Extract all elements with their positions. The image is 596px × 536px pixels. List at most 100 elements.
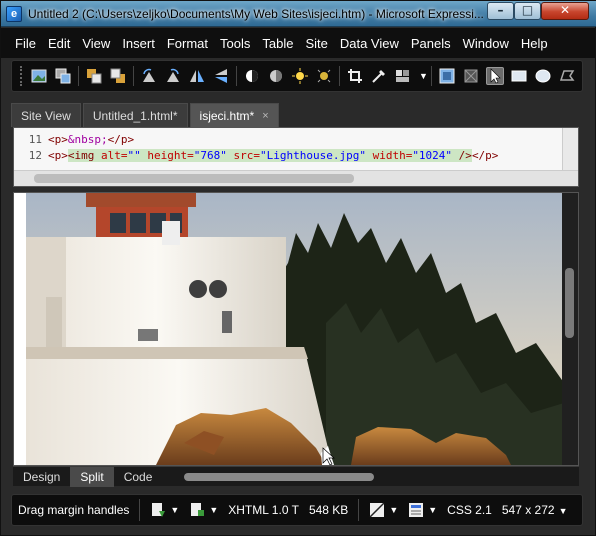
menu-data-view[interactable]: Data View	[334, 36, 405, 51]
code-line-12[interactable]: 12 <p><img alt="" height="768" src="Light…	[16, 149, 498, 164]
send-backward-icon[interactable]	[109, 67, 127, 85]
caret-icon: ▼	[209, 505, 219, 515]
menu-bar: File Edit View Insert Format Tools Table…	[1, 28, 595, 58]
visual-aids-button[interactable]: ▼	[150, 502, 179, 518]
code-scroll-thumb[interactable]	[34, 174, 354, 183]
menu-site[interactable]: Site	[299, 36, 333, 51]
menu-table[interactable]: Table	[256, 36, 299, 51]
style-application-button[interactable]: ▼	[369, 502, 398, 518]
tab-untitled-1[interactable]: Untitled_1.html*	[82, 103, 188, 127]
page-size-value: 547 x 272	[501, 503, 555, 517]
rotate-left-icon[interactable]	[140, 67, 158, 85]
design-pane[interactable]	[13, 192, 579, 466]
menu-window[interactable]: Window	[457, 36, 515, 51]
code-line-11[interactable]: 11 <p>&nbsp;</p>	[16, 133, 134, 148]
design-scroll-thumb[interactable]	[565, 268, 574, 338]
bring-forward-icon[interactable]	[85, 67, 103, 85]
page-editor-options-button[interactable]: ▼	[408, 502, 437, 518]
minimize-button[interactable]: –	[487, 2, 514, 20]
menu-edit[interactable]: Edit	[42, 36, 76, 51]
code-token: <img	[67, 149, 95, 162]
document-tabs: Site View Untitled_1.html* isjeci.htm* ×	[11, 101, 583, 127]
caret-icon: ▼	[389, 505, 399, 515]
view-switcher: Design Split Code	[13, 466, 579, 487]
doctype-label[interactable]: XHTML 1.0 T	[228, 503, 299, 517]
toolbar-separator	[236, 66, 237, 86]
toolbar-separator	[78, 66, 79, 86]
status-hint: Drag margin handles	[18, 503, 130, 517]
design-horizontal-scrollbar[interactable]	[176, 471, 559, 483]
line-number: 12	[28, 149, 42, 162]
select-pointer-icon[interactable]	[485, 67, 504, 85]
crop-icon[interactable]	[346, 67, 364, 85]
title-bar: e Untitled 2 (C:\Users\zeljko\Documents\…	[1, 1, 596, 27]
less-brightness-icon[interactable]	[315, 67, 333, 85]
bevel-icon[interactable]	[438, 67, 456, 85]
caret-icon: ▼	[428, 505, 438, 515]
menu-view[interactable]: View	[76, 36, 116, 51]
tab-isjeci[interactable]: isjeci.htm* ×	[189, 103, 279, 127]
code-token: </p>	[107, 133, 135, 146]
tab-site-view[interactable]: Site View	[11, 103, 81, 127]
menu-panels[interactable]: Panels	[405, 36, 457, 51]
flip-horizontal-icon[interactable]	[188, 67, 206, 85]
expression-web-icon: e	[6, 6, 22, 22]
more-contrast-icon[interactable]	[243, 67, 261, 85]
status-separator	[358, 499, 360, 521]
tab-label: Site View	[21, 108, 71, 123]
code-horizontal-scrollbar[interactable]	[14, 170, 578, 186]
polygonal-hotspot-icon[interactable]	[558, 67, 576, 85]
resample-icon[interactable]	[462, 67, 480, 85]
tab-label: isjeci.htm*	[199, 108, 255, 123]
rectangular-hotspot-icon[interactable]	[510, 67, 528, 85]
page-styles-icon	[191, 503, 205, 516]
close-button[interactable]: ✕	[541, 2, 589, 20]
more-brightness-icon[interactable]	[291, 67, 309, 85]
caret-icon: ▼	[170, 505, 180, 515]
code-view-button[interactable]: Code	[114, 467, 163, 487]
menu-format[interactable]: Format	[161, 36, 214, 51]
app-window: e Untitled 2 (C:\Users\zeljko\Documents\…	[0, 0, 596, 536]
rotate-right-icon[interactable]	[164, 67, 182, 85]
set-transparent-color-icon[interactable]	[370, 67, 388, 85]
caret-icon: ▼	[558, 506, 568, 516]
auto-thumbnail-icon[interactable]	[54, 67, 72, 85]
code-token: </p>	[471, 149, 499, 162]
code-token: "1024"	[412, 149, 453, 162]
code-vertical-scrollbar[interactable]	[562, 128, 578, 172]
circular-hotspot-icon[interactable]	[534, 67, 552, 85]
design-vertical-scrollbar[interactable]	[562, 193, 578, 465]
toolbar-separator	[133, 66, 134, 86]
menu-help[interactable]: Help	[515, 36, 554, 51]
code-token: height=	[140, 149, 194, 162]
lighthouse-image[interactable]	[26, 193, 564, 465]
page-editor-options-icon	[409, 503, 424, 517]
pictures-toolbar: ▼	[11, 60, 583, 92]
css-version-label[interactable]: CSS 2.1	[447, 503, 492, 517]
maximize-button[interactable]: □	[514, 2, 541, 20]
design-hscroll-thumb[interactable]	[184, 472, 375, 481]
code-token: &nbsp;	[67, 133, 108, 146]
color-dropdown-caret[interactable]: ▼	[419, 71, 428, 81]
tab-label: Untitled_1.html*	[92, 108, 178, 123]
insert-picture-icon[interactable]	[30, 67, 48, 85]
page-size-label[interactable]: 547 x 272 ▼	[502, 503, 568, 517]
close-tab-icon[interactable]: ×	[262, 110, 268, 122]
visual-aids-icon	[152, 503, 166, 517]
split-view-button[interactable]: Split	[70, 466, 114, 487]
menu-tools[interactable]: Tools	[214, 36, 256, 51]
menu-file[interactable]: File	[9, 36, 42, 51]
page-styles-button[interactable]: ▼	[189, 502, 218, 518]
design-view-button[interactable]: Design	[13, 467, 70, 487]
flip-vertical-icon[interactable]	[212, 67, 230, 85]
code-pane[interactable]: 11 <p>&nbsp;</p> 12 <p><img alt="" height=…	[13, 127, 579, 187]
color-icon[interactable]	[394, 67, 412, 85]
code-token: "Lighthouse.jpg"	[259, 149, 366, 162]
code-token: />	[452, 149, 472, 162]
selected-img-code[interactable]: <img alt="" height="768" src="Lighthouse…	[67, 149, 472, 162]
toolbar-grip[interactable]	[20, 66, 23, 86]
less-contrast-icon[interactable]	[267, 67, 285, 85]
menu-insert[interactable]: Insert	[116, 36, 161, 51]
toolbar-separator	[339, 66, 340, 86]
code-token: alt=	[94, 149, 128, 162]
